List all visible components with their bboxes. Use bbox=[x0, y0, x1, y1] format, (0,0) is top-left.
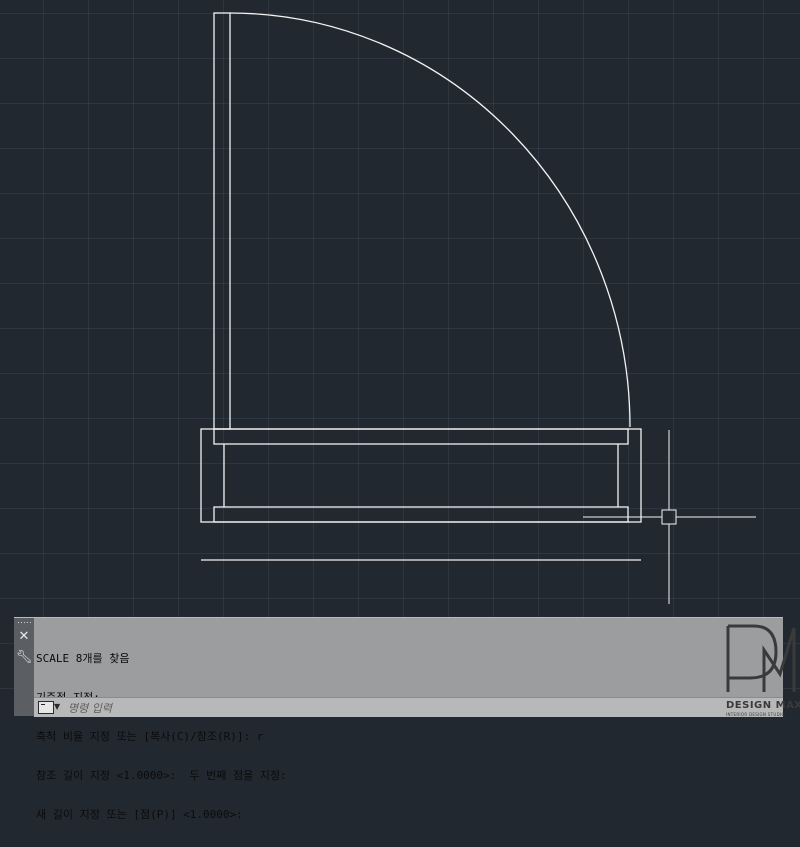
pickbox bbox=[661, 509, 677, 525]
door-swing-arc bbox=[229, 12, 631, 428]
grip-dots[interactable] bbox=[17, 621, 31, 625]
door-frame-outer bbox=[200, 428, 642, 523]
designmax-logo: DESIGN MAX INTERIOR DESIGN STUDIO bbox=[724, 622, 800, 717]
history-line: SCALE 8개를 찾음 bbox=[36, 652, 130, 665]
history-line: 새 길이 지정 또는 [점(P)] <1.0000>: bbox=[36, 808, 243, 821]
logo-mark bbox=[726, 624, 796, 692]
door-leaf bbox=[213, 12, 231, 430]
command-input[interactable] bbox=[66, 699, 770, 717]
drawing-canvas[interactable] bbox=[0, 0, 800, 717]
command-history: SCALE 8개를 찾음 기준점 지정: 축척 비율 지정 또는 [복사(C)/… bbox=[36, 626, 736, 847]
command-input-row: ▼ bbox=[34, 697, 783, 717]
close-icon[interactable]: ✕ bbox=[14, 628, 34, 646]
door-frame-bottom bbox=[213, 506, 629, 523]
history-line: 참조 길이 지정 <1.0000>: 두 번째 점을 지정: bbox=[36, 769, 287, 782]
door-drawing bbox=[200, 12, 756, 604]
command-line-grip[interactable]: ✕ 🔧︎ bbox=[14, 618, 34, 716]
history-line: 축척 비율 지정 또는 [복사(C)/참조(R)]: r bbox=[36, 730, 264, 743]
chevron-down-icon[interactable]: ▼ bbox=[54, 702, 60, 712]
logo-tagline: INTERIOR DESIGN STUDIO bbox=[726, 712, 785, 717]
command-line-panel: ✕ 🔧︎ SCALE 8개를 찾음 기준점 지정: 축척 비율 지정 또는 [복… bbox=[14, 617, 783, 821]
crosshair-cursor bbox=[583, 430, 756, 604]
logo-brand: DESIGN MAX bbox=[726, 700, 800, 711]
door-frame-top bbox=[213, 428, 629, 445]
wrench-icon[interactable]: 🔧︎ bbox=[14, 649, 34, 667]
command-prompt-icon[interactable] bbox=[38, 701, 54, 714]
